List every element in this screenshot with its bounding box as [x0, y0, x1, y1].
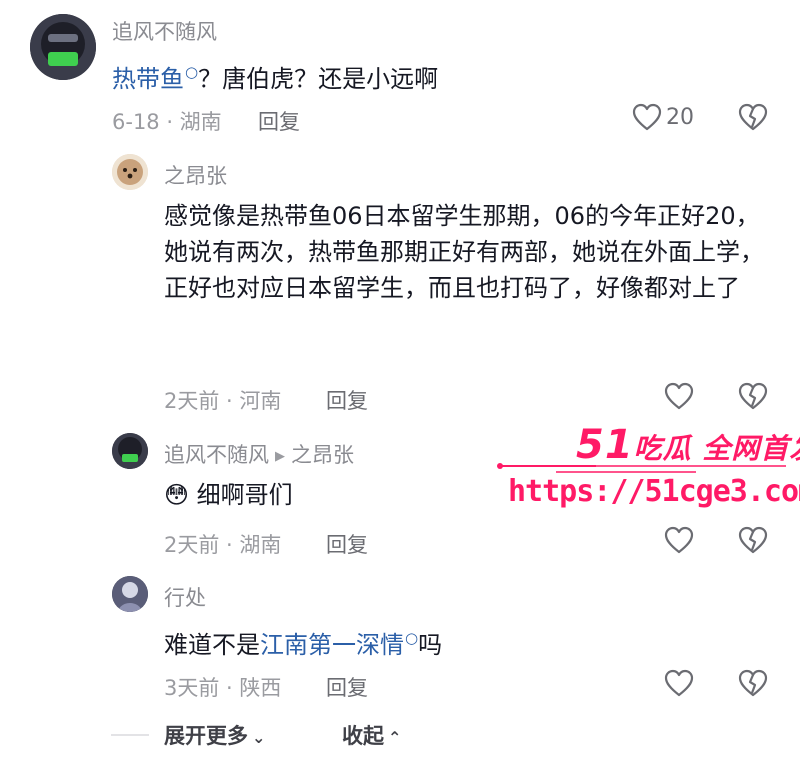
reply-button[interactable]: 回复 — [326, 672, 368, 702]
heart-outline-icon — [664, 382, 694, 410]
expand-bar: 展开更多 ⌄ 收起 ⌃ — [0, 716, 800, 756]
reply-button[interactable]: 回复 — [258, 106, 300, 136]
username[interactable]: 之昂张 — [164, 160, 227, 190]
avatar[interactable] — [112, 576, 148, 612]
broken-heart-icon — [738, 103, 768, 131]
username-text: 追风不随风 — [164, 443, 269, 467]
broken-heart-icon — [738, 669, 768, 697]
like-button[interactable] — [664, 382, 694, 410]
watermark: 51吃瓜 全网首发 https://51cge3.com — [496, 408, 800, 518]
dislike-button[interactable] — [738, 669, 768, 701]
comment-meta: 3天前 · 陕西 — [164, 676, 282, 700]
comment-text: 感觉像是热带鱼06日本留学生那期，06的今年正好20，她说有两次，热带鱼那期正好… — [164, 202, 764, 302]
reply-item: 行处 难道不是江南第一深情○吗 3天前 · 陕西 回复 — [0, 570, 800, 715]
chevron-up-icon: ⌃ — [388, 728, 402, 747]
divider — [111, 734, 149, 736]
username[interactable]: 追风不随风 ▶ 之昂张 — [164, 439, 354, 469]
search-icon: ○ — [405, 629, 419, 647]
chevron-down-icon: ⌄ — [252, 728, 266, 747]
dislike-button[interactable] — [738, 526, 768, 558]
reply-button[interactable]: 回复 — [326, 529, 368, 559]
username[interactable]: 行处 — [164, 582, 206, 612]
heart-outline-icon — [664, 669, 694, 697]
avatar[interactable] — [30, 14, 96, 80]
comment-text-rest: ？唐伯虎？还是小远啊 — [198, 65, 439, 93]
expand-more-label: 展开更多 — [164, 724, 248, 748]
dislike-button[interactable] — [738, 103, 768, 135]
like-button[interactable] — [664, 526, 694, 554]
like-button[interactable]: 20 — [632, 103, 694, 131]
comment-meta: 2天前 · 湖南 — [164, 533, 282, 557]
search-link[interactable]: 江南第一深情 — [260, 631, 404, 659]
heart-outline-icon — [664, 526, 694, 554]
comment-text: 😳 细啊哥们 — [164, 477, 293, 513]
comment-text-after: 吗 — [418, 631, 443, 659]
like-button[interactable] — [664, 669, 694, 697]
like-count: 20 — [666, 104, 694, 130]
heart-outline-icon — [632, 103, 662, 131]
reply-to-username[interactable]: 之昂张 — [291, 443, 354, 467]
reply-arrow-icon: ▶ — [275, 449, 285, 464]
expand-more-button[interactable]: 展开更多 ⌄ — [164, 720, 265, 750]
avatar[interactable] — [112, 154, 148, 190]
username[interactable]: 追风不随风 — [112, 16, 217, 46]
emoji: 😳 — [164, 481, 190, 509]
comment-text-before: 难道不是 — [164, 631, 260, 659]
collapse-label: 收起 — [342, 724, 384, 748]
reply-item: 之昂张 感觉像是热带鱼06日本留学生那期，06的今年正好20，她说有两次，热带鱼… — [0, 140, 800, 425]
avatar[interactable] — [112, 433, 148, 469]
watermark-url: https://51cge3.com — [508, 474, 800, 509]
comment-text: 难道不是江南第一深情○吗 — [164, 620, 442, 663]
comment-item: 追风不随风 热带鱼○？唐伯虎？还是小远啊 6-18 · 湖南 回复 20 — [0, 0, 800, 140]
comment-meta: 2天前 · 河南 — [164, 389, 282, 413]
reply-button[interactable]: 回复 — [326, 385, 368, 415]
search-icon: ○ — [185, 63, 199, 81]
comment-meta: 6-18 · 湖南 — [112, 110, 222, 134]
search-link[interactable]: 热带鱼 — [112, 65, 184, 93]
collapse-button[interactable]: 收起 ⌃ — [342, 720, 401, 750]
broken-heart-icon — [738, 526, 768, 554]
broken-heart-icon — [738, 382, 768, 410]
comment-text-body: 细啊哥们 — [196, 481, 293, 509]
comment-text: 热带鱼○？唐伯虎？还是小远啊 — [112, 54, 438, 97]
